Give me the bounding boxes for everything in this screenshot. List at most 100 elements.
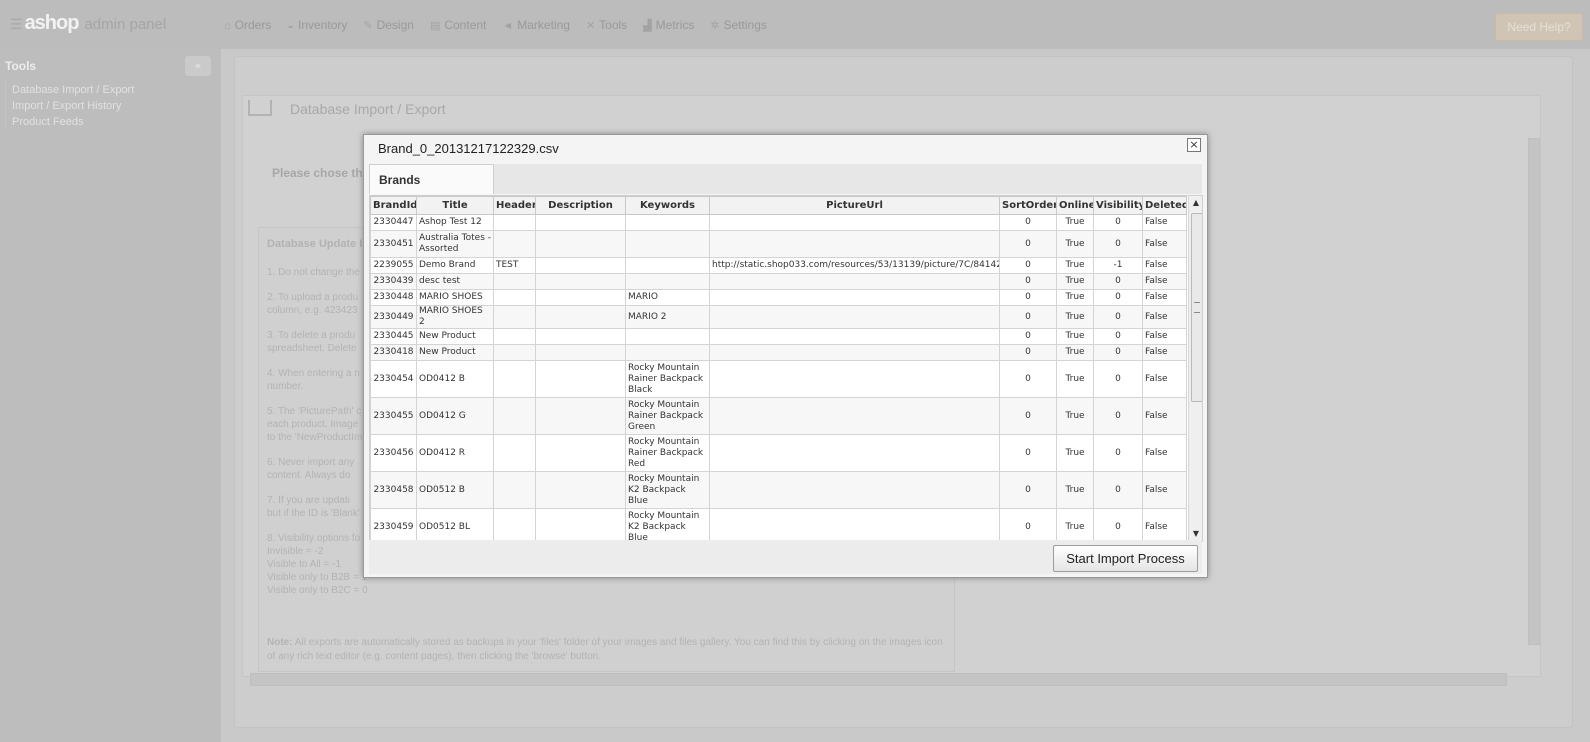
- table-cell: [709, 273, 1000, 290]
- table-cell: 2330418: [370, 344, 417, 361]
- grid-vertical-scrollbar[interactable]: ▲ ▼: [1188, 196, 1202, 541]
- table-cell: 2330459: [370, 508, 417, 541]
- note-line: 8. Visibility options fo: [267, 533, 361, 544]
- page-vertical-scrollbar[interactable]: [1528, 138, 1540, 645]
- table-cell: MARIO: [625, 289, 710, 306]
- page-horizontal-scrollbar[interactable]: [250, 673, 1507, 686]
- nav-item-design[interactable]: ✎ Design: [363, 18, 414, 32]
- nav-item-tools[interactable]: ✕ Tools: [586, 18, 627, 32]
- table-cell: False: [1142, 471, 1187, 509]
- table-cell: 2330449: [370, 305, 417, 329]
- table-cell: 0: [999, 344, 1057, 361]
- scroll-down-arrow-icon[interactable]: ▼: [1189, 527, 1202, 541]
- table-cell: OD0512 B: [416, 471, 494, 509]
- column-header[interactable]: SortOrder: [999, 196, 1057, 215]
- note-line: Visible to All = -1: [267, 559, 342, 570]
- nav-item-inventory[interactable]: ◒ Inventory: [287, 18, 347, 32]
- note-line: 5. The 'PicturePath' c: [267, 406, 362, 417]
- column-header[interactable]: BrandId: [370, 196, 417, 215]
- table-row[interactable]: 2330455 OD0412 G Rocky Mountain Rainer Bac…: [370, 397, 1187, 435]
- table-cell: OD0412 G: [416, 397, 494, 435]
- column-header[interactable]: PictureUrl: [709, 196, 1000, 215]
- table-row[interactable]: 2330456 OD0412 R Rocky Mountain Rainer Bac…: [370, 434, 1187, 472]
- main-nav: ⌂ Orders ◒ Inventory ✎ Design ▤ Content ◄ Marketi…: [224, 18, 783, 32]
- nav-item-marketing[interactable]: ◄ Marketing: [502, 18, 570, 32]
- column-header[interactable]: Deleted: [1142, 196, 1187, 215]
- app-logo[interactable]: ☰ ashop admin panel: [10, 12, 166, 35]
- gears-icon: ✲: [710, 20, 720, 32]
- table-cell: 0: [999, 471, 1057, 509]
- table-cell: OD0512 BL: [416, 508, 494, 541]
- table-cell: [535, 289, 626, 306]
- table-cell: desc test: [416, 273, 494, 290]
- table-cell: 0: [999, 289, 1057, 306]
- column-header[interactable]: Online: [1056, 196, 1094, 215]
- table-cell: [493, 434, 536, 472]
- table-cell: True: [1056, 344, 1094, 361]
- table-cell: [493, 305, 536, 329]
- table-row[interactable]: 2330445 New Product 0 True 0 False: [370, 328, 1187, 345]
- table-cell: -1: [1093, 257, 1143, 274]
- table-cell: 0: [999, 214, 1057, 231]
- table-cell: [709, 397, 1000, 435]
- table-cell: 2330454: [370, 360, 417, 398]
- table-row[interactable]: 2239055 Demo Brand TEST http://static.shop0…: [370, 257, 1187, 274]
- table-cell: [493, 214, 536, 231]
- chart-icon: ▟: [643, 20, 652, 32]
- nav-item-settings[interactable]: ✲ Settings: [710, 18, 767, 32]
- table-cell: [709, 360, 1000, 398]
- nav-item-orders[interactable]: ⌂ Orders: [224, 18, 271, 32]
- dialog-footer: Start Import Process: [369, 540, 1202, 574]
- nav-item-content[interactable]: ▤ Content: [430, 18, 486, 32]
- table-row[interactable]: 2330458 OD0512 B Rocky Mountain K2 Backpac…: [370, 471, 1187, 509]
- column-header[interactable]: Description: [535, 196, 626, 215]
- note-line: content. Always do: [267, 470, 351, 481]
- table-row[interactable]: 2330448 MARIO SHOES MARIO 0 True 0 False: [370, 289, 1187, 306]
- table-cell: True: [1056, 328, 1094, 345]
- close-button[interactable]: ×: [1187, 138, 1201, 152]
- sidebar-collapse-button[interactable]: «: [185, 56, 211, 76]
- tab-brands[interactable]: Brands: [369, 164, 494, 194]
- scroll-up-arrow-icon[interactable]: ▲: [1189, 196, 1202, 210]
- table-row[interactable]: 2330447 Ashop Test 12 0 True 0 False: [370, 214, 1187, 231]
- table-cell: 2330447: [370, 214, 417, 231]
- table-cell: True: [1056, 305, 1094, 329]
- table-cell: New Product: [416, 344, 494, 361]
- table-cell: 2239055: [370, 257, 417, 274]
- sidebar-item-database-import-export[interactable]: Database Import / Export: [5, 82, 134, 98]
- nav-item-metrics[interactable]: ▟ Metrics: [643, 18, 694, 32]
- table-cell: [535, 257, 626, 274]
- table-cell: 0: [1093, 397, 1143, 435]
- table-cell: [493, 328, 536, 345]
- table-cell: Rocky Mountain Rainer Backpack Green: [625, 397, 710, 435]
- table-cell: Rocky Mountain Rainer Backpack Red: [625, 434, 710, 472]
- table-cell: 0: [1093, 471, 1143, 509]
- need-help-button[interactable]: Need Help?: [1495, 13, 1583, 41]
- column-header[interactable]: Header: [493, 196, 536, 215]
- table-row[interactable]: 2330454 OD0412 B Rocky Mountain Rainer Bac…: [370, 360, 1187, 398]
- table-cell: True: [1056, 508, 1094, 541]
- notes-title: Database Update I: [267, 238, 363, 250]
- table-cell: False: [1142, 360, 1187, 398]
- table-cell: Demo Brand: [416, 257, 494, 274]
- column-header[interactable]: Keywords: [625, 196, 710, 215]
- section-header: Database Import / Export: [248, 100, 446, 117]
- scrollbar-thumb[interactable]: [1191, 213, 1202, 402]
- sidebar-item-import-export-history[interactable]: Import / Export History: [5, 98, 134, 114]
- table-row[interactable]: 2330418 New Product 0 True 0 False: [370, 344, 1187, 361]
- table-cell: False: [1142, 344, 1187, 361]
- start-import-button[interactable]: Start Import Process: [1053, 545, 1198, 572]
- sidebar-item-product-feeds[interactable]: Product Feeds: [5, 114, 134, 130]
- note-line: to the 'NewProductIm: [267, 432, 363, 443]
- column-header[interactable]: Title: [416, 196, 494, 215]
- table-cell: [625, 214, 710, 231]
- nav-item-label: Metrics: [655, 18, 695, 32]
- table-row[interactable]: 2330439 desc test 0 True 0 False: [370, 273, 1187, 290]
- table-row[interactable]: 2330449 MARIO SHOES 2 MARIO 2 0 True 0 False: [370, 305, 1187, 329]
- table-row[interactable]: 2330459 OD0512 BL Rocky Mountain K2 Backpa…: [370, 508, 1187, 541]
- table-cell: [493, 273, 536, 290]
- table-row[interactable]: 2330451 Australia Totes - Assorted 0 True 0 F…: [370, 230, 1187, 258]
- column-header[interactable]: Visibility: [1093, 196, 1143, 215]
- menu-icon[interactable]: ☰: [10, 16, 23, 32]
- table-cell: 2330458: [370, 471, 417, 509]
